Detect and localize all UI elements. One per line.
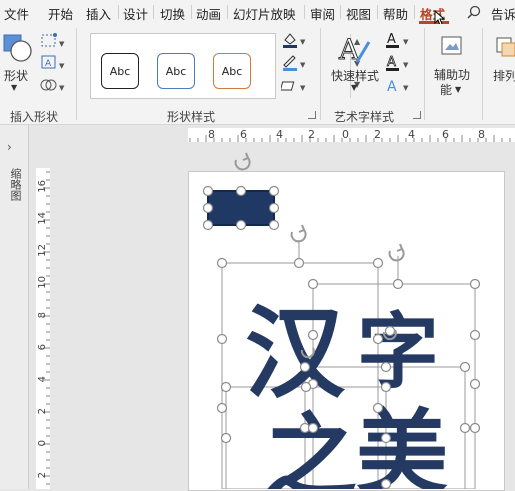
slide-text-char[interactable]: 美	[356, 399, 448, 489]
slide-text-char[interactable]: 汉	[245, 294, 346, 412]
rotate-handle-icon[interactable]	[388, 243, 405, 262]
slide-text-char[interactable]: 字	[357, 304, 439, 400]
slide-text-char[interactable]: 之	[265, 403, 357, 489]
selected-rectangle-shape[interactable]	[207, 190, 275, 226]
rotate-handle-icon[interactable]	[234, 152, 251, 171]
rotate-handle-icon[interactable]	[290, 224, 307, 243]
selection-overlay: 汉 字 之 美	[202, 152, 481, 489]
